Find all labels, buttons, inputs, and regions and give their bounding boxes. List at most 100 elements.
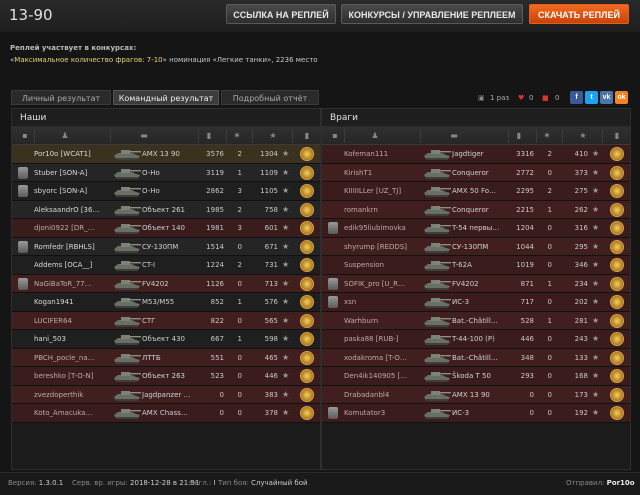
player-name[interactable]: shyrump [REDDS] bbox=[344, 238, 420, 256]
player-name[interactable]: bereshko [T-O-N] bbox=[34, 367, 110, 385]
player-name[interactable]: Stuber [SON-A] bbox=[34, 164, 110, 182]
enemy-player-row[interactable]: Komutator3 ИС-3 0 0 192 ★ bbox=[322, 404, 630, 423]
enemy-player-row[interactable]: Den4ik140905 [… Škoda T 50 293 0 168 ★ bbox=[322, 367, 630, 386]
contests-button[interactable]: КОНКУРСЫ / УПРАВЛЕНИЕ РЕПЛЕЕМ bbox=[341, 4, 523, 24]
ally-player-row[interactable]: Romfedr [RBHLS] СУ-130ПМ 1514 0 671 ★ bbox=[12, 237, 320, 256]
facebook-icon[interactable]: f bbox=[570, 91, 583, 104]
player-name[interactable]: Drabadanbl4 bbox=[344, 386, 420, 404]
player-name[interactable]: Koto_Amacuka… bbox=[34, 404, 110, 422]
mastery-medal-icon[interactable] bbox=[610, 295, 624, 309]
player-column-icon[interactable]: ♟ bbox=[370, 131, 380, 141]
player-name[interactable]: Addems [OCA__] bbox=[34, 256, 110, 274]
tank-column-icon[interactable]: ▬ bbox=[440, 131, 468, 141]
mastery-medal-icon[interactable] bbox=[610, 202, 624, 217]
tank-column-icon[interactable]: ▬ bbox=[130, 131, 158, 141]
mastery-medal-icon[interactable] bbox=[300, 258, 314, 272]
mastery-medal-icon[interactable] bbox=[610, 165, 624, 180]
enemy-player-row[interactable]: KirishT1 Conqueror 2772 0 373 ★ bbox=[322, 163, 630, 182]
player-name[interactable]: zvezdoperthik bbox=[34, 386, 110, 404]
enemy-player-row[interactable]: SOFIK_pro [U_R… FV4202 871 1 234 ★ bbox=[322, 274, 630, 293]
mastery-medal-icon[interactable] bbox=[300, 406, 314, 420]
player-name[interactable]: romankrn bbox=[344, 201, 420, 219]
mastery-medal-icon[interactable] bbox=[610, 258, 624, 272]
mastery-medal-icon[interactable] bbox=[300, 313, 314, 328]
mastery-medal-icon[interactable] bbox=[300, 147, 314, 161]
ally-player-row[interactable]: hani_503 Объект 430 667 1 598 ★ bbox=[12, 330, 320, 349]
mastery-medal-icon[interactable] bbox=[610, 369, 624, 383]
mastery-medal-icon[interactable] bbox=[300, 184, 314, 198]
vk-icon[interactable]: vk bbox=[600, 91, 613, 104]
player-name[interactable]: Por10o [WCAT1] bbox=[34, 145, 110, 163]
ally-player-row[interactable]: LUCIFER64 СТГ 822 0 565 ★ bbox=[12, 311, 320, 330]
ally-player-row[interactable]: Por10o [WCAT1] AMX 13 90 3576 2 1304 ★ bbox=[12, 145, 320, 164]
enemy-player-row[interactable]: xodakroma [T-O… Bat.-Châtill… 348 0 133 ★ bbox=[322, 348, 630, 367]
sender-name[interactable]: Por10o bbox=[607, 479, 635, 487]
player-name[interactable]: sbyorc [SON-A] bbox=[34, 182, 110, 200]
ally-player-row[interactable]: Stuber [SON-A] O-Ho 3119 1 1109 ★ bbox=[12, 163, 320, 182]
mastery-medal-icon[interactable] bbox=[300, 221, 314, 235]
xp-column-icon[interactable]: ★ bbox=[268, 131, 278, 141]
tab-personal[interactable]: Личный результат bbox=[11, 90, 111, 105]
player-name[interactable]: Komutator3 bbox=[344, 404, 420, 422]
player-name[interactable]: PBCH_pocle_na… bbox=[34, 349, 110, 367]
mastery-medal-icon[interactable] bbox=[610, 387, 624, 402]
player-name[interactable]: SOFIK_pro [U_R… bbox=[344, 275, 420, 293]
player-column-icon[interactable]: ♟ bbox=[60, 131, 70, 141]
ally-player-row[interactable]: djoni0922 [DR_… Объект 140 1981 3 601 ★ bbox=[12, 219, 320, 238]
damage-column-icon[interactable]: ▮ bbox=[204, 131, 214, 141]
download-replay-button[interactable]: СКАЧАТЬ РЕПЛЕЙ bbox=[529, 4, 629, 24]
enemy-player-row[interactable]: romankrn Conqueror 2215 1 262 ★ bbox=[322, 200, 630, 219]
mastery-medal-icon[interactable] bbox=[610, 184, 624, 198]
mastery-medal-icon[interactable] bbox=[610, 147, 624, 161]
player-name[interactable]: Suspension bbox=[344, 256, 420, 274]
frags-column-icon[interactable]: ✷ bbox=[542, 131, 552, 141]
mastery-medal-icon[interactable] bbox=[300, 276, 314, 291]
mastery-medal-icon[interactable] bbox=[610, 350, 624, 365]
player-name[interactable]: NaGiBaToR_77… bbox=[34, 275, 110, 293]
mastery-medal-icon[interactable] bbox=[300, 295, 314, 309]
mastery-medal-icon[interactable] bbox=[300, 165, 314, 180]
player-name[interactable]: Warhburn bbox=[344, 312, 420, 330]
mastery-medal-icon[interactable] bbox=[610, 239, 624, 254]
player-name[interactable]: hani_503 bbox=[34, 330, 110, 348]
ally-player-row[interactable]: sbyorc [SON-A] O-Ho 2862 3 1105 ★ bbox=[12, 182, 320, 201]
player-name[interactable]: edik95liubimovka bbox=[344, 219, 420, 237]
enemy-player-row[interactable]: edik95liubimovka T-54 первы… 1204 0 316 ★ bbox=[322, 219, 630, 238]
ally-player-row[interactable]: Kogan1941 M53/M55 852 1 576 ★ bbox=[12, 293, 320, 312]
enemy-player-row[interactable]: shyrump [REDDS] СУ-130ПМ 1044 0 295 ★ bbox=[322, 237, 630, 256]
player-name[interactable]: djoni0922 [DR_… bbox=[34, 219, 110, 237]
odnoklassniki-icon[interactable]: ok bbox=[615, 91, 628, 104]
player-name[interactable]: paska88 [RUB-] bbox=[344, 330, 420, 348]
player-name[interactable]: Kogan1941 bbox=[34, 293, 110, 311]
ally-player-row[interactable]: NaGiBaToR_77… FV4202 1126 0 713 ★ bbox=[12, 274, 320, 293]
ally-player-row[interactable]: AleksaandrO [36… Объект 261 1985 2 758 ★ bbox=[12, 200, 320, 219]
player-name[interactable]: KirishT1 bbox=[344, 164, 420, 182]
heart-icon[interactable]: ♥ bbox=[518, 92, 524, 104]
tab-details[interactable]: Подробный отчёт bbox=[221, 90, 319, 105]
frags-column-icon[interactable]: ✷ bbox=[232, 131, 242, 141]
replay-link-button[interactable]: ССЫЛКА НА РЕПЛЕЙ bbox=[226, 4, 336, 24]
enemy-player-row[interactable]: Suspension T-62A 1019 0 346 ★ bbox=[322, 256, 630, 275]
contest-link[interactable]: Максимальное количество фрагов: 7-10 bbox=[14, 56, 162, 64]
player-name[interactable]: Romfedr [RBHLS] bbox=[34, 238, 110, 256]
mastery-medal-icon[interactable] bbox=[610, 276, 624, 291]
mastery-medal-icon[interactable] bbox=[610, 332, 624, 346]
enemy-player-row[interactable]: Drabadanbl4 AMX 13 90 0 0 173 ★ bbox=[322, 385, 630, 404]
enemy-player-row[interactable]: paska88 [RUB-] T-44-100 (P) 446 0 243 ★ bbox=[322, 330, 630, 349]
comment-icon[interactable]: ■ bbox=[542, 92, 549, 104]
mastery-medal-icon[interactable] bbox=[300, 332, 314, 346]
mastery-medal-icon[interactable] bbox=[610, 221, 624, 235]
enemy-player-row[interactable]: KIIIIILLer [UZ_TJ] AMX 50 Fo… 2295 2 275 ★ bbox=[322, 182, 630, 201]
tab-team[interactable]: Командный результат bbox=[113, 90, 219, 105]
mastery-medal-icon[interactable] bbox=[610, 313, 624, 328]
player-name[interactable]: Kofeman111 bbox=[344, 145, 420, 163]
player-name[interactable]: LUCIFER64 bbox=[34, 312, 110, 330]
enemy-player-row[interactable]: Warhburn Bat.-Châtill… 528 1 281 ★ bbox=[322, 311, 630, 330]
mastery-medal-icon[interactable] bbox=[300, 239, 314, 254]
mastery-medal-icon[interactable] bbox=[610, 406, 624, 420]
ally-player-row[interactable]: PBCH_pocle_na… ЛТТБ 551 0 465 ★ bbox=[12, 348, 320, 367]
player-name[interactable]: xodakroma [T-O… bbox=[344, 349, 420, 367]
enemy-player-row[interactable]: xsn ИС-3 717 0 202 ★ bbox=[322, 293, 630, 312]
ally-player-row[interactable]: zvezdoperthik Jagdpanzer … 0 0 383 ★ bbox=[12, 385, 320, 404]
mastery-medal-icon[interactable] bbox=[300, 202, 314, 217]
